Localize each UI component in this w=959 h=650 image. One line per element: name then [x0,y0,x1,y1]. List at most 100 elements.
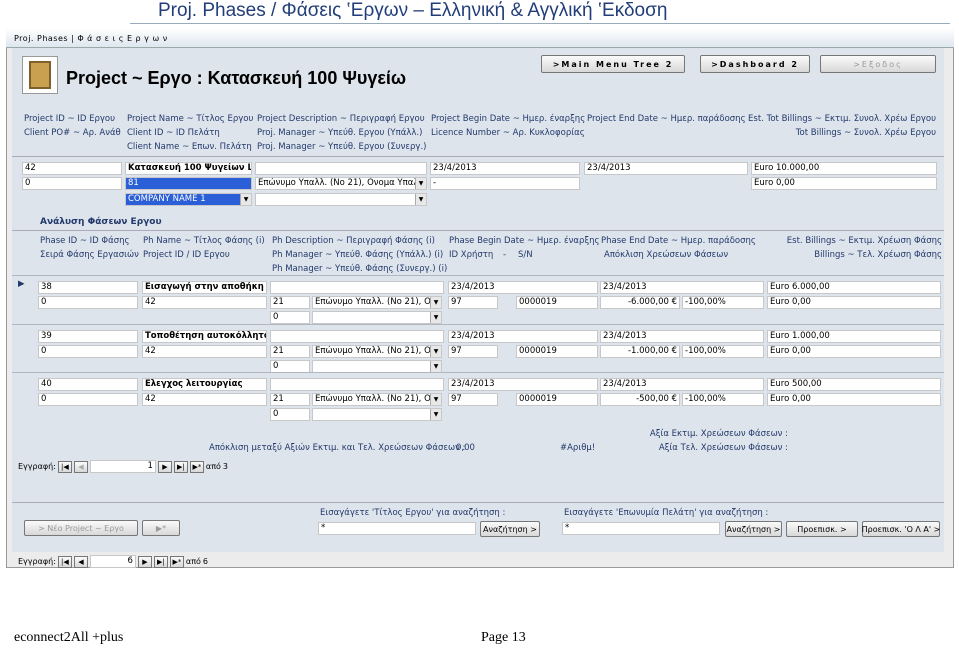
phase-est-field[interactable]: Euro 1.000,00 [767,330,941,343]
phase-end-field[interactable]: 23/4/2013 [600,378,764,391]
phase-est-field[interactable]: Euro 6.000,00 [767,281,941,294]
phase-manager-value: Επώνυμο Υπαλλ. (Νο 21), Ο [315,297,431,307]
search-title-input[interactable]: * [318,522,476,535]
window-tab[interactable]: Proj. Phases | Φ ά σ ε ι ς Ε ρ γ ω ν [6,28,954,48]
chevron-down-icon[interactable]: ▼ [430,297,441,308]
client-po-field[interactable]: 0 [22,177,122,190]
phase-desc-field[interactable] [270,330,444,343]
search-client-button[interactable]: Αναζήτηση > [725,521,782,537]
phase-project-id-field[interactable]: 42 [142,393,267,406]
phase-pct-field[interactable]: -100,00% [682,296,764,309]
search-client-input[interactable]: * [562,522,720,535]
phase-diff-field[interactable]: -1.000,00 € [600,345,680,358]
chevron-down-icon[interactable]: ▼ [415,178,426,189]
prev-record-icon[interactable]: ◀ [73,460,88,473]
phase-bill-field[interactable]: Euro 0,00 [767,296,941,309]
phase-diff-field[interactable]: -500,00 € [600,393,680,406]
phase-begin-field[interactable]: 23/4/2013 [448,378,598,391]
chevron-down-icon[interactable]: ▼ [430,409,441,420]
phase-begin-field[interactable]: 23/4/2013 [448,330,598,343]
phase-user-field[interactable]: 97 [448,345,498,358]
client-id-field[interactable]: 81 [125,177,252,190]
phase-desc-field[interactable] [270,378,444,391]
phase-user-field[interactable]: 97 [448,296,498,309]
phase-id-field[interactable]: 39 [38,330,138,343]
phase-begin-field[interactable]: 23/4/2013 [448,281,598,294]
phase-order-field[interactable]: 0 [38,296,138,309]
phase-manager2-select[interactable]: ▼ [312,311,442,324]
first-record-icon[interactable]: |◀ [57,555,72,568]
phase-user-field[interactable]: 97 [448,393,498,406]
first-record-icon[interactable]: |◀ [57,460,72,473]
client-name-select[interactable]: COMPANY NAME 1 ▼ [125,193,252,206]
licence-field[interactable]: - [430,177,580,190]
phase-est-field[interactable]: Euro 500,00 [767,378,941,391]
exit-button[interactable]: >Εξοδος [820,55,936,73]
chevron-down-icon[interactable]: ▼ [430,346,441,357]
proj-manager2-select[interactable]: ▼ [255,193,427,206]
project-id-field[interactable]: 42 [22,162,122,175]
phase-name-field[interactable]: Εισαγωγή στην αποθήκη [142,281,267,294]
est-billings-field[interactable]: Euro 10.000,00 [751,162,937,175]
phase-order-field[interactable]: 0 [38,393,138,406]
phase-manager-select[interactable]: Επώνυμο Υπαλλ. (Νο 21), Ο ▼ [312,345,442,358]
phase-bill-field[interactable]: Euro 0,00 [767,393,941,406]
phase-order-field[interactable]: 0 [38,345,138,358]
phase-desc-field[interactable] [270,281,444,294]
label-client-po: Client PO# ~ Αρ. Ανάθ [24,128,121,138]
next-record-icon[interactable]: ▶ [137,555,152,568]
tot-billings-field[interactable]: Euro 0,00 [751,177,937,190]
chevron-down-icon[interactable]: ▼ [430,312,441,323]
chevron-down-icon[interactable]: ▼ [240,194,251,205]
last-record-icon[interactable]: ▶| [173,460,188,473]
chevron-down-icon[interactable]: ▼ [415,194,426,205]
phase-id-field[interactable]: 40 [38,378,138,391]
chevron-down-icon[interactable]: ▼ [430,394,441,405]
label-id-user: ID Χρήστη [449,250,494,260]
phase-manager-id-field[interactable]: 21 [270,393,310,406]
phase-pct-field[interactable]: -100,00% [682,393,764,406]
new-record-icon[interactable]: ▶* [189,460,204,473]
phase-manager-select[interactable]: Επώνυμο Υπαλλ. (Νο 21), Ο ▼ [312,296,442,309]
phase-sn-field[interactable]: 0000019 [516,345,598,358]
chevron-down-icon[interactable]: ▼ [430,361,441,372]
phase-end-field[interactable]: 23/4/2013 [600,330,764,343]
project-desc-field[interactable] [255,162,427,175]
phase-manager-id-field[interactable]: 21 [270,345,310,358]
phase-bill-field[interactable]: Euro 0,00 [767,345,941,358]
begin-date-field[interactable]: 23/4/2013 [430,162,580,175]
phase-project-id-field[interactable]: 42 [142,296,267,309]
main-menu-button[interactable]: >Main Menu Tree 2 [541,55,685,73]
record-number-input[interactable]: 6 [89,555,136,568]
preview-all-button[interactable]: Προεπισκ. 'Ο Λ Α' > [862,521,940,537]
end-date-field[interactable]: 23/4/2013 [584,162,748,175]
proj-manager-value: Επώνυμο Υπαλλ. (Νο 21), Ονομα Υπαλ [258,178,419,188]
phase-manager2-id-field[interactable]: 0 [270,408,310,421]
phase-name-field[interactable]: Τοποθέτηση αυτοκόλλητο [142,330,267,343]
next-record-icon[interactable]: ▶ [157,460,172,473]
phase-pct-field[interactable]: -100,00% [682,345,764,358]
new-record-icon[interactable]: ▶* [169,555,184,568]
phase-sn-field[interactable]: 0000019 [516,393,598,406]
phase-diff-field[interactable]: -6.000,00 € [600,296,680,309]
phase-manager-select[interactable]: Επώνυμο Υπαλλ. (Νο 21), Ο ▼ [312,393,442,406]
phase-sn-field[interactable]: 0000019 [516,296,598,309]
phase-project-id-field[interactable]: 42 [142,345,267,358]
search-title-button[interactable]: Αναζήτηση > [480,521,540,537]
preview-button[interactable]: Προεπισκ. > [786,521,858,537]
record-number-input[interactable]: 1 [89,460,156,473]
last-record-icon[interactable]: ▶| [153,555,168,568]
dashboard-button[interactable]: >Dashboard 2 [700,55,810,73]
phase-name-field[interactable]: Ελεγχος λειτουργίας [142,378,267,391]
phase-manager2-id-field[interactable]: 0 [270,311,310,324]
phase-manager2-select[interactable]: ▼ [312,408,442,421]
label-ph-end: Phase End Date ~ Ημερ. παράδοσης [601,236,756,246]
new-record-button[interactable]: ▶* [142,520,180,536]
project-name-field[interactable]: Κατασκευή 100 Ψυγείων Lo [125,162,252,175]
new-project-button[interactable]: > Νέο Project ~ Εργο [24,520,138,536]
prev-record-icon[interactable]: ◀ [73,555,88,568]
proj-manager-select[interactable]: Επώνυμο Υπαλλ. (Νο 21), Ονομα Υπαλ ▼ [255,177,427,190]
phase-manager-id-field[interactable]: 21 [270,296,310,309]
phase-end-field[interactable]: 23/4/2013 [600,281,764,294]
phase-id-field[interactable]: 38 [38,281,138,294]
